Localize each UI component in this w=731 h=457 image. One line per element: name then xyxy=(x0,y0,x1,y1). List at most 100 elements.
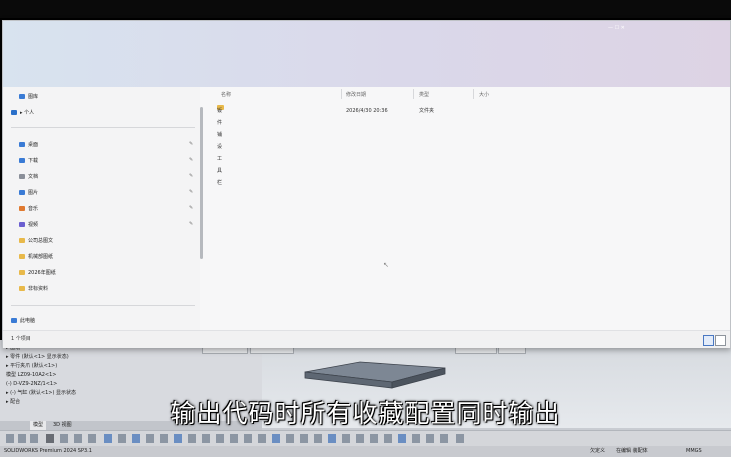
toolbar-icon[interactable] xyxy=(244,434,252,443)
toolbar-icon[interactable] xyxy=(202,434,210,443)
toolbar-icon[interactable] xyxy=(132,434,140,443)
nav-pictures[interactable]: 图片 xyxy=(19,187,38,199)
toolbar-icon[interactable] xyxy=(412,434,420,443)
toolbar-icon[interactable] xyxy=(216,434,224,443)
column-date[interactable]: 修改日期 xyxy=(346,91,366,98)
folder-icon xyxy=(19,286,25,291)
toolbar-icon[interactable] xyxy=(174,434,182,443)
toolbar-icon[interactable] xyxy=(6,434,14,443)
divider xyxy=(11,305,195,306)
screen: ▸ 图纸 ▸ 零件 (默认<1> 显示状态) ▸ 平行夹爪 (默认<1>) 模型… xyxy=(0,0,731,457)
toolbar-icon[interactable] xyxy=(104,434,112,443)
file-row[interactable]: 钣件铺设工具栏 2026/4/30 20:36 文件夹 xyxy=(215,105,695,186)
toolbar-icon[interactable] xyxy=(272,434,280,443)
select-tool-icon[interactable] xyxy=(46,434,54,443)
video-icon xyxy=(19,222,25,227)
toolbar-icon[interactable] xyxy=(286,434,294,443)
toolbar-icon[interactable] xyxy=(370,434,378,443)
toolbar-icon[interactable] xyxy=(384,434,392,443)
status-bar: 1 个项目 xyxy=(3,330,730,348)
toolbar-icon[interactable] xyxy=(146,434,154,443)
desktop-icon xyxy=(19,142,25,147)
toolbar-icon[interactable] xyxy=(30,434,38,443)
nav-music[interactable]: 音乐 xyxy=(19,203,38,215)
toolbar-icon[interactable] xyxy=(342,434,350,443)
nav-downloads[interactable]: 下载 xyxy=(19,155,38,167)
pin-icon[interactable]: ✎ xyxy=(189,189,193,195)
toolbar-icon[interactable] xyxy=(300,434,308,443)
navigation-scrollbar[interactable] xyxy=(200,107,203,259)
column-divider[interactable] xyxy=(413,89,414,99)
tiles-view-icon[interactable] xyxy=(715,335,726,346)
picture-icon xyxy=(19,190,25,195)
definition-status: 欠定义 xyxy=(590,448,606,454)
gallery-icon xyxy=(19,94,25,99)
document-icon xyxy=(19,174,25,179)
nav-documents[interactable]: 文档 xyxy=(19,171,38,183)
toolbar-icon[interactable] xyxy=(188,434,196,443)
download-icon xyxy=(19,158,25,163)
toolbar-icon[interactable] xyxy=(426,434,434,443)
nav-this-pc[interactable]: 此电脑 xyxy=(11,315,35,327)
toolbar-icon[interactable] xyxy=(456,434,464,443)
cad-model xyxy=(304,361,446,389)
nav-folder[interactable]: 非标资料 xyxy=(19,283,48,295)
toolbar-icon[interactable] xyxy=(74,434,82,443)
toolbar-icon[interactable] xyxy=(88,434,96,443)
folder-icon xyxy=(19,270,25,275)
toolbar-icon[interactable] xyxy=(398,434,406,443)
computer-icon xyxy=(11,318,17,323)
column-size[interactable]: 大小 xyxy=(479,91,489,98)
music-icon xyxy=(19,206,25,211)
divider xyxy=(11,127,195,128)
toolbar-icon[interactable] xyxy=(328,434,336,443)
toolbar-icon[interactable] xyxy=(440,434,448,443)
column-divider[interactable] xyxy=(341,89,342,99)
pin-icon[interactable]: ✎ xyxy=(189,141,193,147)
video-top-bar xyxy=(0,0,731,18)
item-count: 1 个项目 xyxy=(11,336,31,342)
nav-folder[interactable]: 2026年图纸 xyxy=(19,267,56,279)
video-subtitle: 输出代码时所有收藏配置同时输出 xyxy=(170,399,561,428)
tree-item[interactable]: (-) D-VZ9-2NZ/1<1> xyxy=(6,380,57,389)
units-status[interactable]: MMGS xyxy=(686,446,702,457)
details-view-icon[interactable] xyxy=(703,335,714,346)
tree-item[interactable]: 模型 LZ09-10A2<1> xyxy=(6,371,57,380)
pin-icon[interactable]: ✎ xyxy=(189,173,193,179)
nav-desktop[interactable]: 桌面 xyxy=(19,139,38,151)
mouse-cursor-icon: ↖ xyxy=(383,261,389,269)
nav-folder[interactable]: 机械部图纸 xyxy=(19,251,53,263)
app-version: SOLIDWORKS Premium 2024 SP3.1 xyxy=(4,448,92,454)
column-divider[interactable] xyxy=(473,89,474,99)
toolbar-icon[interactable] xyxy=(18,434,26,443)
nav-folder[interactable]: 公司总图文 xyxy=(19,235,53,247)
column-name[interactable]: 名称 xyxy=(221,91,231,98)
folder-icon xyxy=(19,254,25,259)
column-headers: 名称 修改日期 类型 大小 xyxy=(221,91,721,101)
toolbar-icon[interactable] xyxy=(60,434,68,443)
edit-status: 在编辑 装配体 xyxy=(616,448,648,454)
pin-icon[interactable]: ✎ xyxy=(189,157,193,163)
toolbar-icon[interactable] xyxy=(356,434,364,443)
window-controls[interactable]: — ☐ ✕ xyxy=(608,25,625,33)
nav-gallery[interactable]: 图库 xyxy=(19,91,38,103)
file-type: 文件夹 xyxy=(419,108,435,114)
file-explorer-window[interactable]: — ☐ ✕ 图库 ▸ 个人 桌面 ✎ 下载 ✎ 文档 ✎ 图片 ✎ 音乐 ✎ 视… xyxy=(2,20,731,348)
tree-item[interactable]: ▸ 零件 (默认<1> 显示状态) xyxy=(6,353,69,362)
navigation-pane[interactable]: 图库 ▸ 个人 桌面 ✎ 下载 ✎ 文档 ✎ 图片 ✎ 音乐 ✎ 视频 ✎ 公司… xyxy=(3,87,200,330)
toolbar-icon[interactable] xyxy=(118,434,126,443)
pin-icon[interactable]: ✎ xyxy=(189,221,193,227)
toolbar-icon[interactable] xyxy=(258,434,266,443)
tree-item[interactable]: ▸ 平行夹爪 (默认<1>) xyxy=(6,362,57,371)
toolbar-icon[interactable] xyxy=(230,434,238,443)
cad-status-bar: SOLIDWORKS Premium 2024 SP3.1 欠定义 在编辑 装配… xyxy=(0,446,731,457)
cloud-icon xyxy=(11,110,17,115)
toolbar-icon[interactable] xyxy=(160,434,168,443)
nav-personal[interactable]: ▸ 个人 xyxy=(11,107,34,119)
file-date: 2026/4/30 20:36 xyxy=(346,108,388,114)
cad-toolbar xyxy=(0,430,731,447)
nav-videos[interactable]: 视频 xyxy=(19,219,38,231)
pin-icon[interactable]: ✎ xyxy=(189,205,193,211)
column-type[interactable]: 类型 xyxy=(419,91,429,98)
toolbar-icon[interactable] xyxy=(314,434,322,443)
